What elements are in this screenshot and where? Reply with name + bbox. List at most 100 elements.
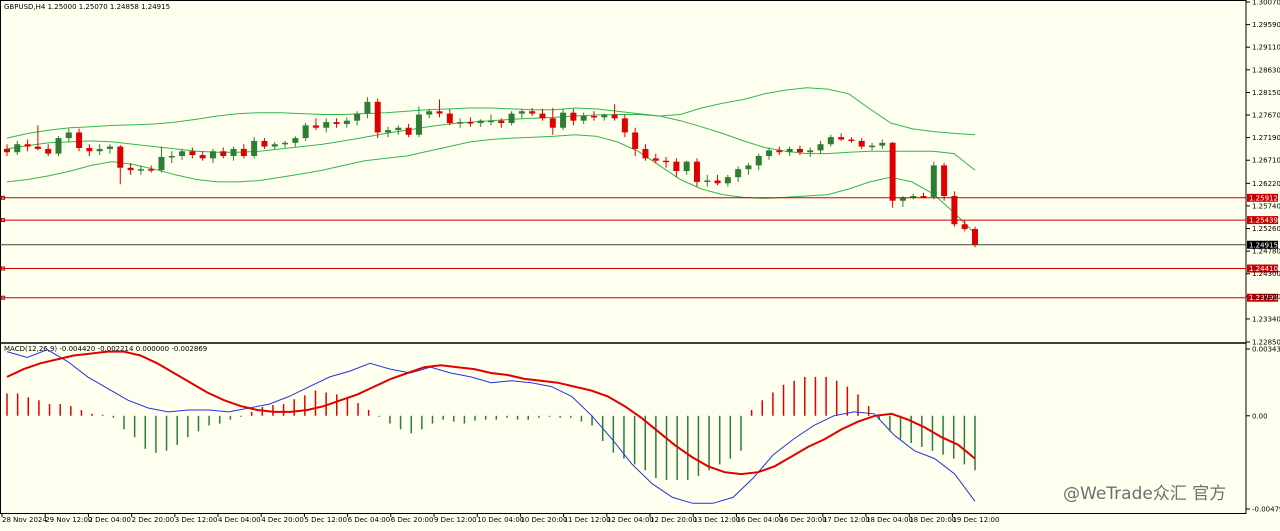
candle-body (343, 120, 350, 124)
candle-body (45, 148, 52, 154)
candle-body (86, 147, 93, 152)
candle-body (920, 196, 927, 198)
candle-body (385, 130, 392, 133)
chart-area[interactable]: 1.25912 1.25439 1.24410 1.23790 1.24915 1.30… (0, 0, 1280, 527)
candle (621, 114, 628, 138)
macd-header: MACD(12,26,9) -0.004420 -0.002214 0.0000… (4, 345, 207, 353)
x-tick-label: 18 Dec 04:00 (866, 516, 913, 524)
candle-body (457, 122, 464, 124)
candle-body (652, 158, 659, 161)
candle (45, 144, 52, 156)
candle (735, 166, 742, 182)
candle-body (467, 122, 474, 124)
candle-body (364, 101, 371, 114)
chart-frame (0, 0, 1247, 514)
candle-body (889, 142, 896, 201)
candle (704, 174, 711, 187)
candle-body (693, 161, 700, 182)
candle-body (127, 167, 134, 171)
candle-body (65, 132, 72, 139)
candle-body (168, 155, 175, 158)
candle-body (601, 114, 608, 118)
x-tick-label: 9 Dec 12:00 (434, 516, 477, 524)
candle (323, 118, 330, 133)
x-tick-label: 17 Dec 12:00 (823, 516, 870, 524)
horizontal-levels: 1.259121.254391.244101.237901.24915 (0, 193, 1278, 302)
candle-body (4, 148, 10, 153)
candle-body (477, 120, 484, 124)
candle (807, 147, 814, 157)
candle (755, 153, 762, 171)
bollinger-bands (6, 87, 976, 235)
candle (869, 142, 876, 151)
x-tick-label: 12 Dec 20:00 (650, 516, 697, 524)
x-tick-label: 2 Dec 04:00 (88, 516, 131, 524)
candle-body (230, 148, 237, 156)
candle (972, 226, 978, 248)
candle-body (611, 114, 618, 119)
candle-body (549, 118, 556, 128)
candle (76, 128, 83, 152)
candle (282, 140, 289, 148)
y-tick-label: 1.28630 (1252, 66, 1280, 74)
candle (199, 151, 206, 161)
macd-indicator (6, 349, 976, 504)
candle-body (539, 113, 546, 119)
candle-body (858, 140, 865, 147)
symbol-header: GBPUSD,H4 1.25000 1.25070 1.24858 1.2491… (4, 3, 170, 11)
candle-body (724, 177, 731, 184)
x-tick-label: 4 Dec 04:00 (218, 516, 261, 524)
candle-body (323, 122, 330, 128)
candle-body (570, 112, 577, 121)
x-tick-label: 13 Dec 12:00 (693, 516, 740, 524)
candle (848, 137, 855, 143)
candle-body (869, 145, 876, 148)
candle (385, 126, 392, 138)
x-tick-label: 3 Dec 12:00 (175, 516, 218, 524)
y-tick-label: 1.25740 (1252, 202, 1280, 210)
candle (395, 125, 402, 135)
bollinger-lower-line (6, 134, 976, 235)
candle-body (179, 151, 186, 156)
candle (24, 139, 31, 152)
candle-body (158, 156, 165, 171)
candle-body (446, 113, 453, 124)
candle-body (251, 140, 258, 156)
candle-body (209, 151, 216, 159)
candle (189, 147, 196, 159)
macd-y-tick-label: 0.00 (1252, 412, 1268, 420)
candle (539, 108, 546, 121)
y-tick-label: 1.27190 (1252, 134, 1280, 142)
candle-body (735, 169, 742, 178)
candle (632, 127, 639, 156)
candle-body (55, 138, 62, 154)
candle-body (848, 139, 855, 142)
candle-body (745, 165, 752, 170)
candle (230, 146, 237, 161)
candle (724, 174, 731, 187)
x-tick-label: 5 Dec 12:00 (304, 516, 347, 524)
candle-body (663, 160, 670, 163)
candle-body (426, 111, 433, 115)
candle (518, 108, 525, 119)
price-and-macd-chart: 1.259121.254391.244101.237901.24915 1.30… (0, 0, 1280, 524)
candle (4, 144, 10, 156)
candle (436, 99, 443, 118)
candle-body (642, 148, 649, 159)
candle-body (436, 111, 443, 114)
candle (467, 117, 474, 127)
candle (611, 104, 618, 121)
candle-body (24, 144, 31, 147)
candle-body (189, 151, 196, 156)
x-tick-label: 18 Dec 20:00 (909, 516, 956, 524)
candle (96, 144, 103, 156)
candle (261, 138, 268, 149)
candle (374, 98, 381, 139)
candle-body (755, 155, 762, 166)
candle-body (972, 228, 978, 245)
candle (951, 191, 958, 227)
candle (827, 134, 834, 147)
candle-body (704, 180, 711, 182)
watermark: @WeTrade众汇 官方 (1063, 484, 1226, 504)
candle (333, 118, 340, 128)
